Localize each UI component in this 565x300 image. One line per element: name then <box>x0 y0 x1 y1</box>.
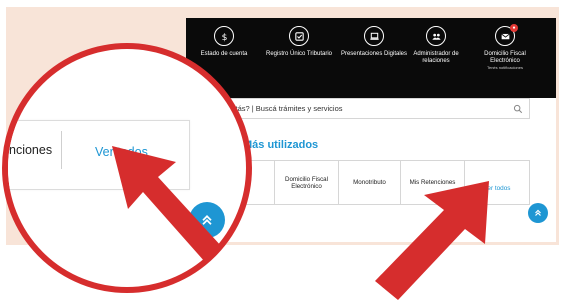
nav-item-domicilio-fiscal[interactable]: ● Domicilio Fiscal Electrónico Tenés not… <box>470 24 540 70</box>
tile-monotributo[interactable]: Monotributo <box>339 161 401 204</box>
nav-item-administrador[interactable]: Administrador de relaciones <box>401 26 471 65</box>
double-chevron-up-icon <box>535 209 541 216</box>
canvas: $ Estado de cuenta Registro Único Tribut… <box>0 0 565 300</box>
nav-item-registro-unico[interactable]: Registro Único Tributario <box>264 26 334 58</box>
tile-divider <box>61 131 62 169</box>
scroll-to-top-button[interactable] <box>528 203 548 223</box>
magnified-scroll-to-top-button[interactable] <box>189 202 225 238</box>
nav-item-label: Administrador de relaciones <box>413 51 459 64</box>
svg-text:$: $ <box>221 32 227 42</box>
nav-item-presentaciones[interactable]: Presentaciones Digitales <box>339 26 409 58</box>
section-title: Más utilizados <box>243 139 319 151</box>
dollar-icon: $ <box>214 26 234 46</box>
search-icon[interactable] <box>513 104 523 114</box>
tile-domicilio-fiscal[interactable]: Domicilio Fiscal Electrónico <box>275 161 339 204</box>
magnified-tiles-card: nciones Ver todos <box>8 120 190 190</box>
nav-item-label: Domicilio Fiscal Electrónico <box>484 51 526 64</box>
envelope-icon: ● <box>495 24 518 46</box>
people-icon <box>426 26 446 46</box>
magnified-retenciones-tile[interactable]: nciones <box>9 143 52 157</box>
magnified-view: nciones Ver todos <box>2 43 252 293</box>
checklist-icon <box>289 26 309 46</box>
nav-item-label: Presentaciones Digitales <box>340 51 408 57</box>
notification-badge: ● <box>510 24 518 32</box>
laptop-icon <box>364 26 384 46</box>
tile-mis-retenciones[interactable]: Mis Retenciones <box>401 161 465 204</box>
most-used-tiles: entes en ... Domicilio Fiscal Electrónic… <box>212 160 530 205</box>
ver-todos-link[interactable]: Ver todos <box>465 161 529 204</box>
notifications-subtext: Tenés notificaciones <box>486 65 524 70</box>
nav-item-label: Registro Único Tributario <box>265 51 333 57</box>
search-input[interactable]: ecesitás? | Buscá trámites y servicios <box>212 98 530 119</box>
magnified-ver-todos-link[interactable]: Ver todos <box>95 145 148 159</box>
double-chevron-up-icon <box>202 215 212 225</box>
